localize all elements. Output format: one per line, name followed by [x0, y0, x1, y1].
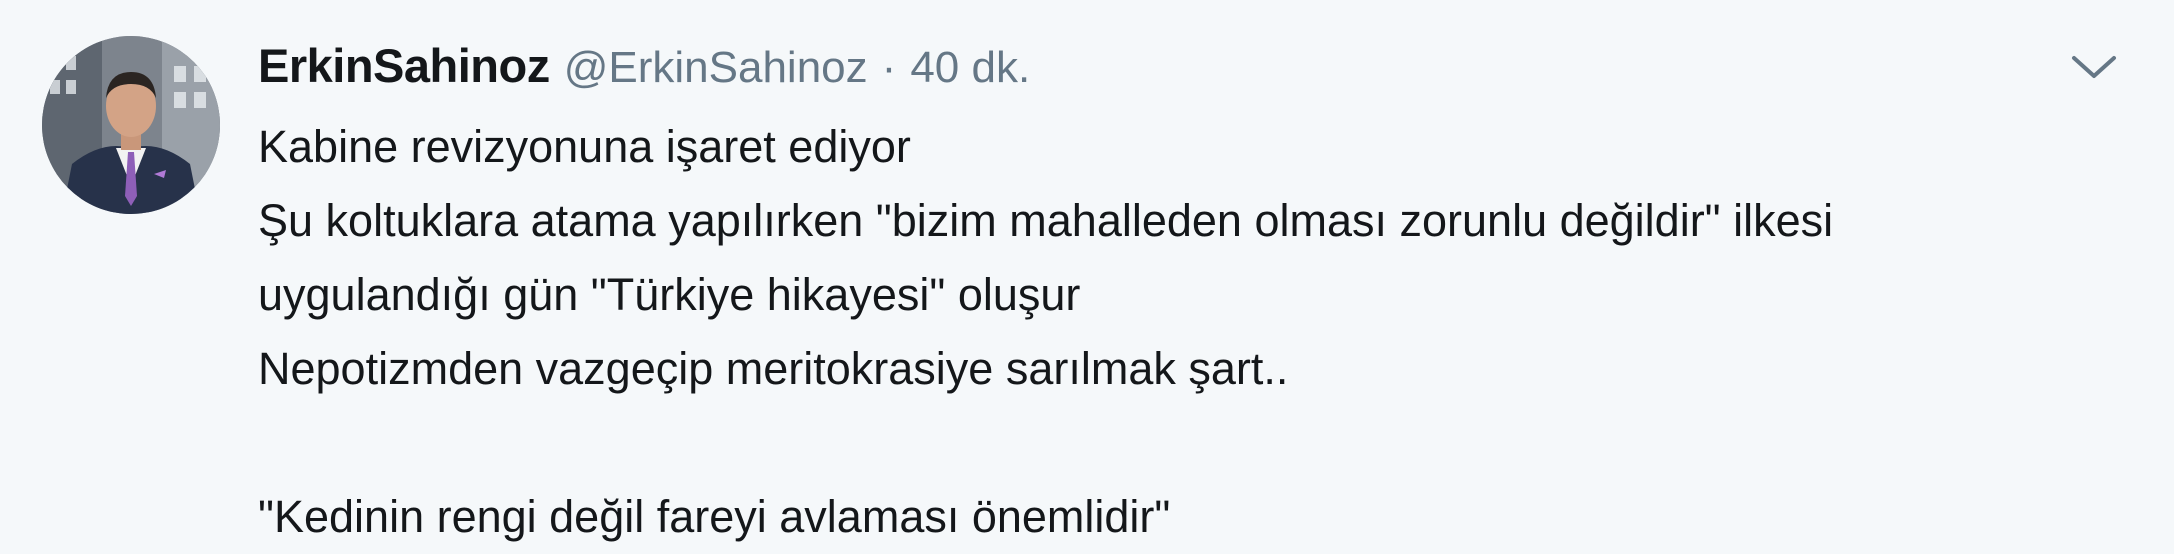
tweet-text: Kabine revizyonuna işaret ediyor Şu kolt…: [258, 110, 2138, 554]
display-name[interactable]: ErkinSahinoz: [258, 38, 550, 93]
timestamp[interactable]: 40 dk.: [910, 43, 1030, 93]
tweet-text-line: uygulandığı gün "Türkiye hikayesi" oluşu…: [258, 269, 1081, 320]
separator-dot: ·: [881, 43, 897, 92]
tweet: ErkinSahinoz @ErkinSahinoz · 40 dk. Kabi…: [0, 0, 2174, 550]
tweet-text-line: Kabine revizyonuna işaret ediyor: [258, 121, 911, 172]
tweet-text-line: "Kedinin rengi değil fareyi avlaması öne…: [258, 491, 1171, 542]
chevron-down-icon[interactable]: [2068, 48, 2120, 86]
avatar[interactable]: [42, 36, 220, 214]
username[interactable]: @ErkinSahinoz: [564, 43, 868, 93]
tweet-text-line: Şu koltuklara atama yapılırken "bizim ma…: [258, 195, 1834, 246]
tweet-header: ErkinSahinoz @ErkinSahinoz · 40 dk.: [258, 38, 1030, 94]
tweet-text-line: Nepotizmden vazgeçip meritokrasiye sarıl…: [258, 343, 1289, 394]
